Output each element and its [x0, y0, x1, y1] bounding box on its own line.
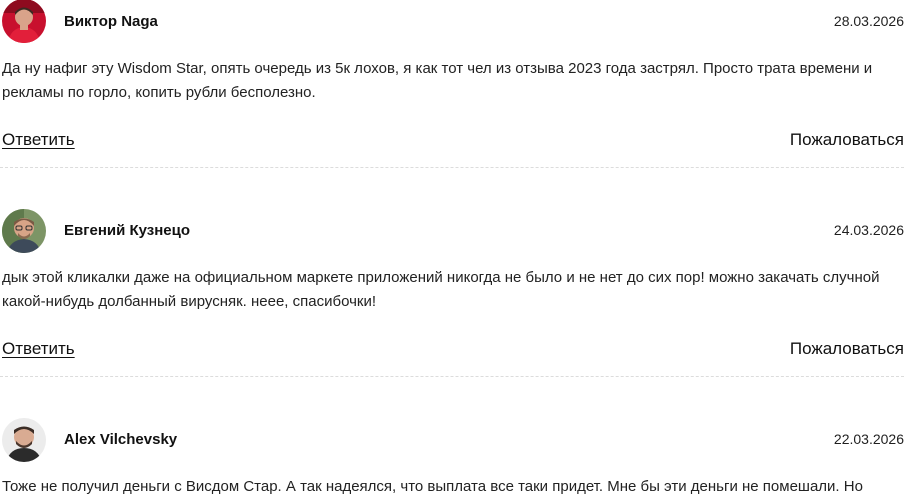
divider — [0, 376, 904, 377]
report-link[interactable]: Пожаловаться — [790, 339, 904, 359]
comment-text: Да ну нафиг эту Wisdom Star, опять очере… — [2, 60, 873, 101]
author-name: Евгений Кузнецо — [64, 222, 191, 239]
comment-text: Тоже не получил деньги с Висдом Стар. А … — [2, 478, 863, 495]
comment-date: 22.03.2026 — [833, 431, 904, 447]
avatar — [2, 209, 46, 253]
report-link[interactable]: Пожаловаться — [790, 130, 904, 150]
author-name: Alex Vilchevsky — [64, 431, 178, 448]
author-name: Виктор Naga — [64, 13, 158, 30]
reply-link[interactable]: Ответить — [2, 339, 75, 359]
avatar — [2, 0, 46, 43]
avatar — [2, 418, 46, 462]
reply-link[interactable]: Ответить — [2, 130, 75, 150]
comment-text: дык этой кликалки даже на официальном ма… — [2, 269, 880, 310]
divider — [0, 167, 904, 168]
comment-date: 28.03.2026 — [833, 13, 904, 29]
comment-date: 24.03.2026 — [833, 222, 904, 238]
